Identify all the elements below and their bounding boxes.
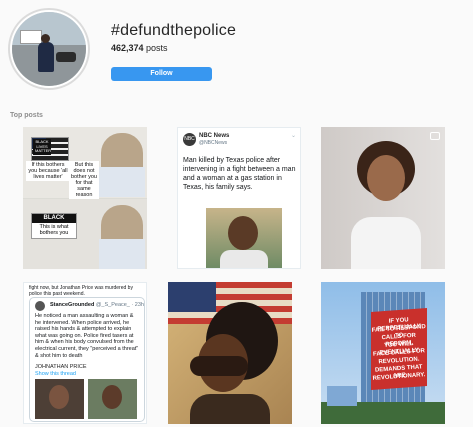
post-tile-quote-tweet[interactable]: fight now, but Jonathan Price was murder…	[23, 282, 147, 424]
hashtag-title: #defundthepolice	[111, 22, 237, 39]
quoted-text: He noticed a man assaulting a woman & he…	[35, 313, 139, 359]
quoted-subject: JOHNATHAN PRICE	[35, 364, 87, 370]
post-tile-artwork[interactable]	[168, 282, 292, 424]
tweet-source-handle: @NBCNews	[199, 140, 228, 146]
video-camera-icon	[430, 132, 440, 140]
flag-caption: BLACK LIVES MATTER	[33, 139, 52, 155]
quoted-tweet: StanceGrounded @_S_Peace_ · 23h He notic…	[29, 297, 145, 422]
quoted-author-name: StanceGrounded	[50, 302, 95, 308]
post-tile-video[interactable]	[321, 127, 445, 269]
hashtag-avatar	[8, 8, 90, 90]
tweet-top-text: fight now, but Jonathan Price was murder…	[29, 285, 133, 297]
black-caption: This is what bothers you	[39, 224, 69, 236]
black-word: BLACK	[32, 214, 76, 223]
quoted-photo-1	[35, 379, 84, 419]
black-sign: BLACK This is what bothers you	[31, 213, 77, 239]
show-thread-link[interactable]: Show this thread	[35, 371, 76, 377]
avatar-image	[10, 10, 88, 88]
post-count: 462,374 posts	[111, 43, 168, 53]
quoted-photo-2	[88, 379, 137, 419]
meme-caption-2: But this does not bother you for that sa…	[69, 161, 99, 199]
meme-shirt-bottom	[99, 239, 145, 269]
quoted-avatar	[35, 301, 45, 311]
quoted-author: StanceGrounded @_S_Peace_ · 23h	[50, 302, 144, 308]
post-count-suffix: posts	[143, 43, 168, 53]
post-count-number: 462,374	[111, 43, 144, 53]
post-tile-building[interactable]: IF YOU PERPETUALLY FAIL TO RESPOND TO CA…	[321, 282, 445, 424]
nbc-logo-icon: NBC	[183, 133, 196, 146]
meme-shirt-top	[99, 167, 145, 197]
quoted-author-meta: @_S_Peace_ · 23h	[95, 302, 144, 308]
meme-caption-1: If this bothers you because 'all lives m…	[26, 161, 70, 181]
tweet-source-name: NBC News	[199, 133, 230, 139]
hashtag-header: #defundthepolice 462,374 posts Follow	[0, 0, 473, 100]
follow-button[interactable]: Follow	[111, 67, 212, 81]
post-tile-meme[interactable]: BLACK LIVES MATTER If this bothers you b…	[23, 127, 147, 269]
tweet-text: Man killed by Texas police after interve…	[183, 157, 296, 191]
chevron-down-icon: ⌄	[290, 133, 296, 139]
post-tile-nbc-tweet[interactable]: NBC NBC News @NBCNews ⌄ Man killed by Te…	[177, 127, 301, 269]
tweet-photo	[206, 208, 282, 268]
top-posts-label: Top posts	[10, 112, 43, 119]
